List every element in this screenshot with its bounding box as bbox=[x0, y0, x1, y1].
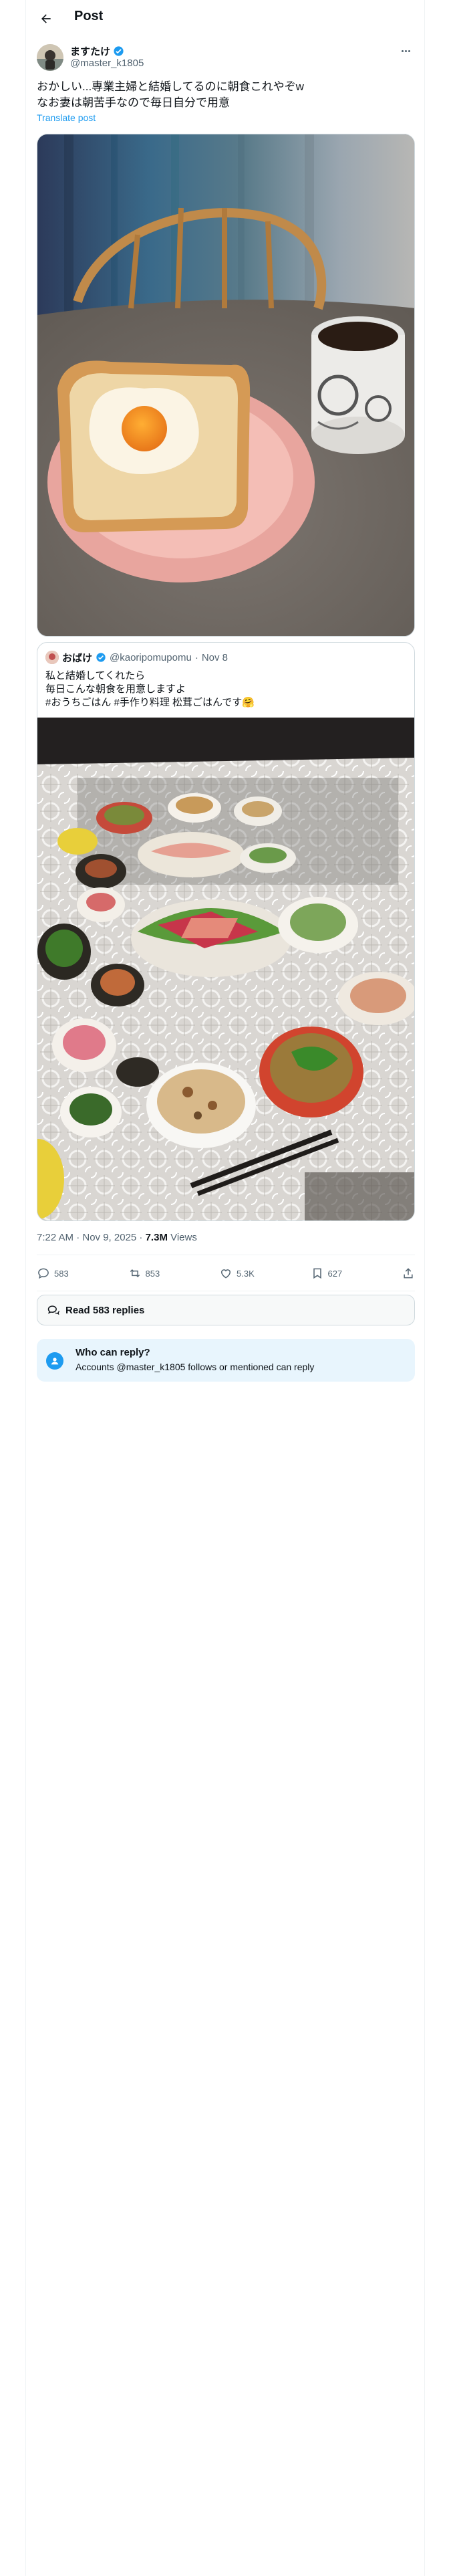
quoted-post-header: おばけ @kaoripomupomu · Nov 8 bbox=[45, 651, 228, 664]
quoted-date: Nov 8 bbox=[201, 651, 228, 663]
quoted-post-text: 私と結婚してくれたら 毎日こんな朝食を用意しますよ #おうちごはん #手作り料理… bbox=[45, 670, 255, 708]
like-count: 5.3K bbox=[237, 1268, 255, 1279]
read-replies-button[interactable]: Read 583 replies bbox=[37, 1295, 415, 1325]
share-button[interactable] bbox=[402, 1267, 415, 1280]
more-dot-icon bbox=[404, 49, 407, 52]
reply-button[interactable]: 583 bbox=[37, 1267, 77, 1280]
more-options-button[interactable] bbox=[396, 44, 415, 58]
author-handle[interactable]: @master_k1805 bbox=[70, 58, 144, 69]
author-name[interactable]: ますたけ bbox=[70, 44, 110, 58]
post-timestamp[interactable]: 7:22 AM · Nov 9, 2025 · bbox=[37, 1232, 146, 1243]
who-can-reply-title: Who can reply? bbox=[76, 1347, 150, 1358]
feast-photo bbox=[37, 718, 414, 1220]
more-dot-icon bbox=[401, 49, 404, 52]
author-name-row[interactable]: ますたけ bbox=[70, 44, 124, 58]
like-button[interactable]: 5.3K bbox=[219, 1267, 259, 1280]
read-replies-label: Read 583 replies bbox=[65, 1304, 145, 1316]
bookmark-count: 627 bbox=[327, 1268, 343, 1279]
share-icon bbox=[404, 1268, 413, 1279]
heart-icon bbox=[220, 1269, 231, 1279]
bookmark-button[interactable]: 627 bbox=[311, 1267, 351, 1280]
more-dot-icon bbox=[408, 49, 410, 52]
top-bar: Post bbox=[26, 0, 426, 37]
tweet-text: おかしい...専業主婦と結婚してるのに朝食これやぞw なお妻は朝苦手なので毎日自… bbox=[37, 80, 304, 109]
verified-badge-icon bbox=[96, 653, 106, 662]
repost-icon bbox=[130, 1269, 140, 1278]
bookmark-icon bbox=[313, 1268, 321, 1279]
page-title: Post bbox=[74, 9, 104, 23]
reply-count: 583 bbox=[54, 1268, 69, 1279]
views-count: 7.3M bbox=[145, 1232, 168, 1243]
who-can-reply-description: Accounts @master_k1805 follows or mentio… bbox=[76, 1362, 315, 1372]
quoted-author-avatar bbox=[45, 651, 59, 664]
mention-icon bbox=[46, 1352, 63, 1370]
back-button[interactable] bbox=[37, 9, 55, 28]
main-column: Post ますたけ @master_k1805 おかしい...専業主婦と結婚して… bbox=[25, 0, 425, 2576]
quoted-author-handle: @kaoripomupomu bbox=[110, 651, 192, 663]
reply-icon bbox=[38, 1268, 49, 1279]
repost-button[interactable]: 853 bbox=[128, 1267, 168, 1280]
arrow-left-icon bbox=[41, 14, 51, 23]
action-bar: 583 853 5.3K 627 bbox=[37, 1257, 415, 1289]
repost-count: 853 bbox=[145, 1268, 160, 1279]
translate-post-link[interactable]: Translate post bbox=[37, 112, 96, 123]
post-meta: 7:22 AM · Nov 9, 2025 · 7.3M Views bbox=[37, 1232, 197, 1243]
quoted-separator: · bbox=[194, 651, 198, 663]
views-label: Views bbox=[167, 1232, 197, 1243]
breakfast-photo bbox=[37, 134, 414, 636]
who-can-reply-card: Who can reply? Accounts @master_k1805 fo… bbox=[37, 1339, 415, 1382]
quoted-post-photo[interactable] bbox=[37, 718, 414, 1220]
tweet-photo[interactable] bbox=[37, 134, 415, 637]
quoted-author-name: おばけ bbox=[62, 652, 93, 664]
avatar-image bbox=[37, 44, 63, 71]
speech-bubbles-icon bbox=[47, 1305, 59, 1315]
author-avatar[interactable] bbox=[37, 44, 63, 71]
quoted-post[interactable]: おばけ @kaoripomupomu · Nov 8 私と結婚してくれたら 毎日… bbox=[37, 642, 415, 1221]
verified-badge-icon bbox=[114, 46, 124, 56]
